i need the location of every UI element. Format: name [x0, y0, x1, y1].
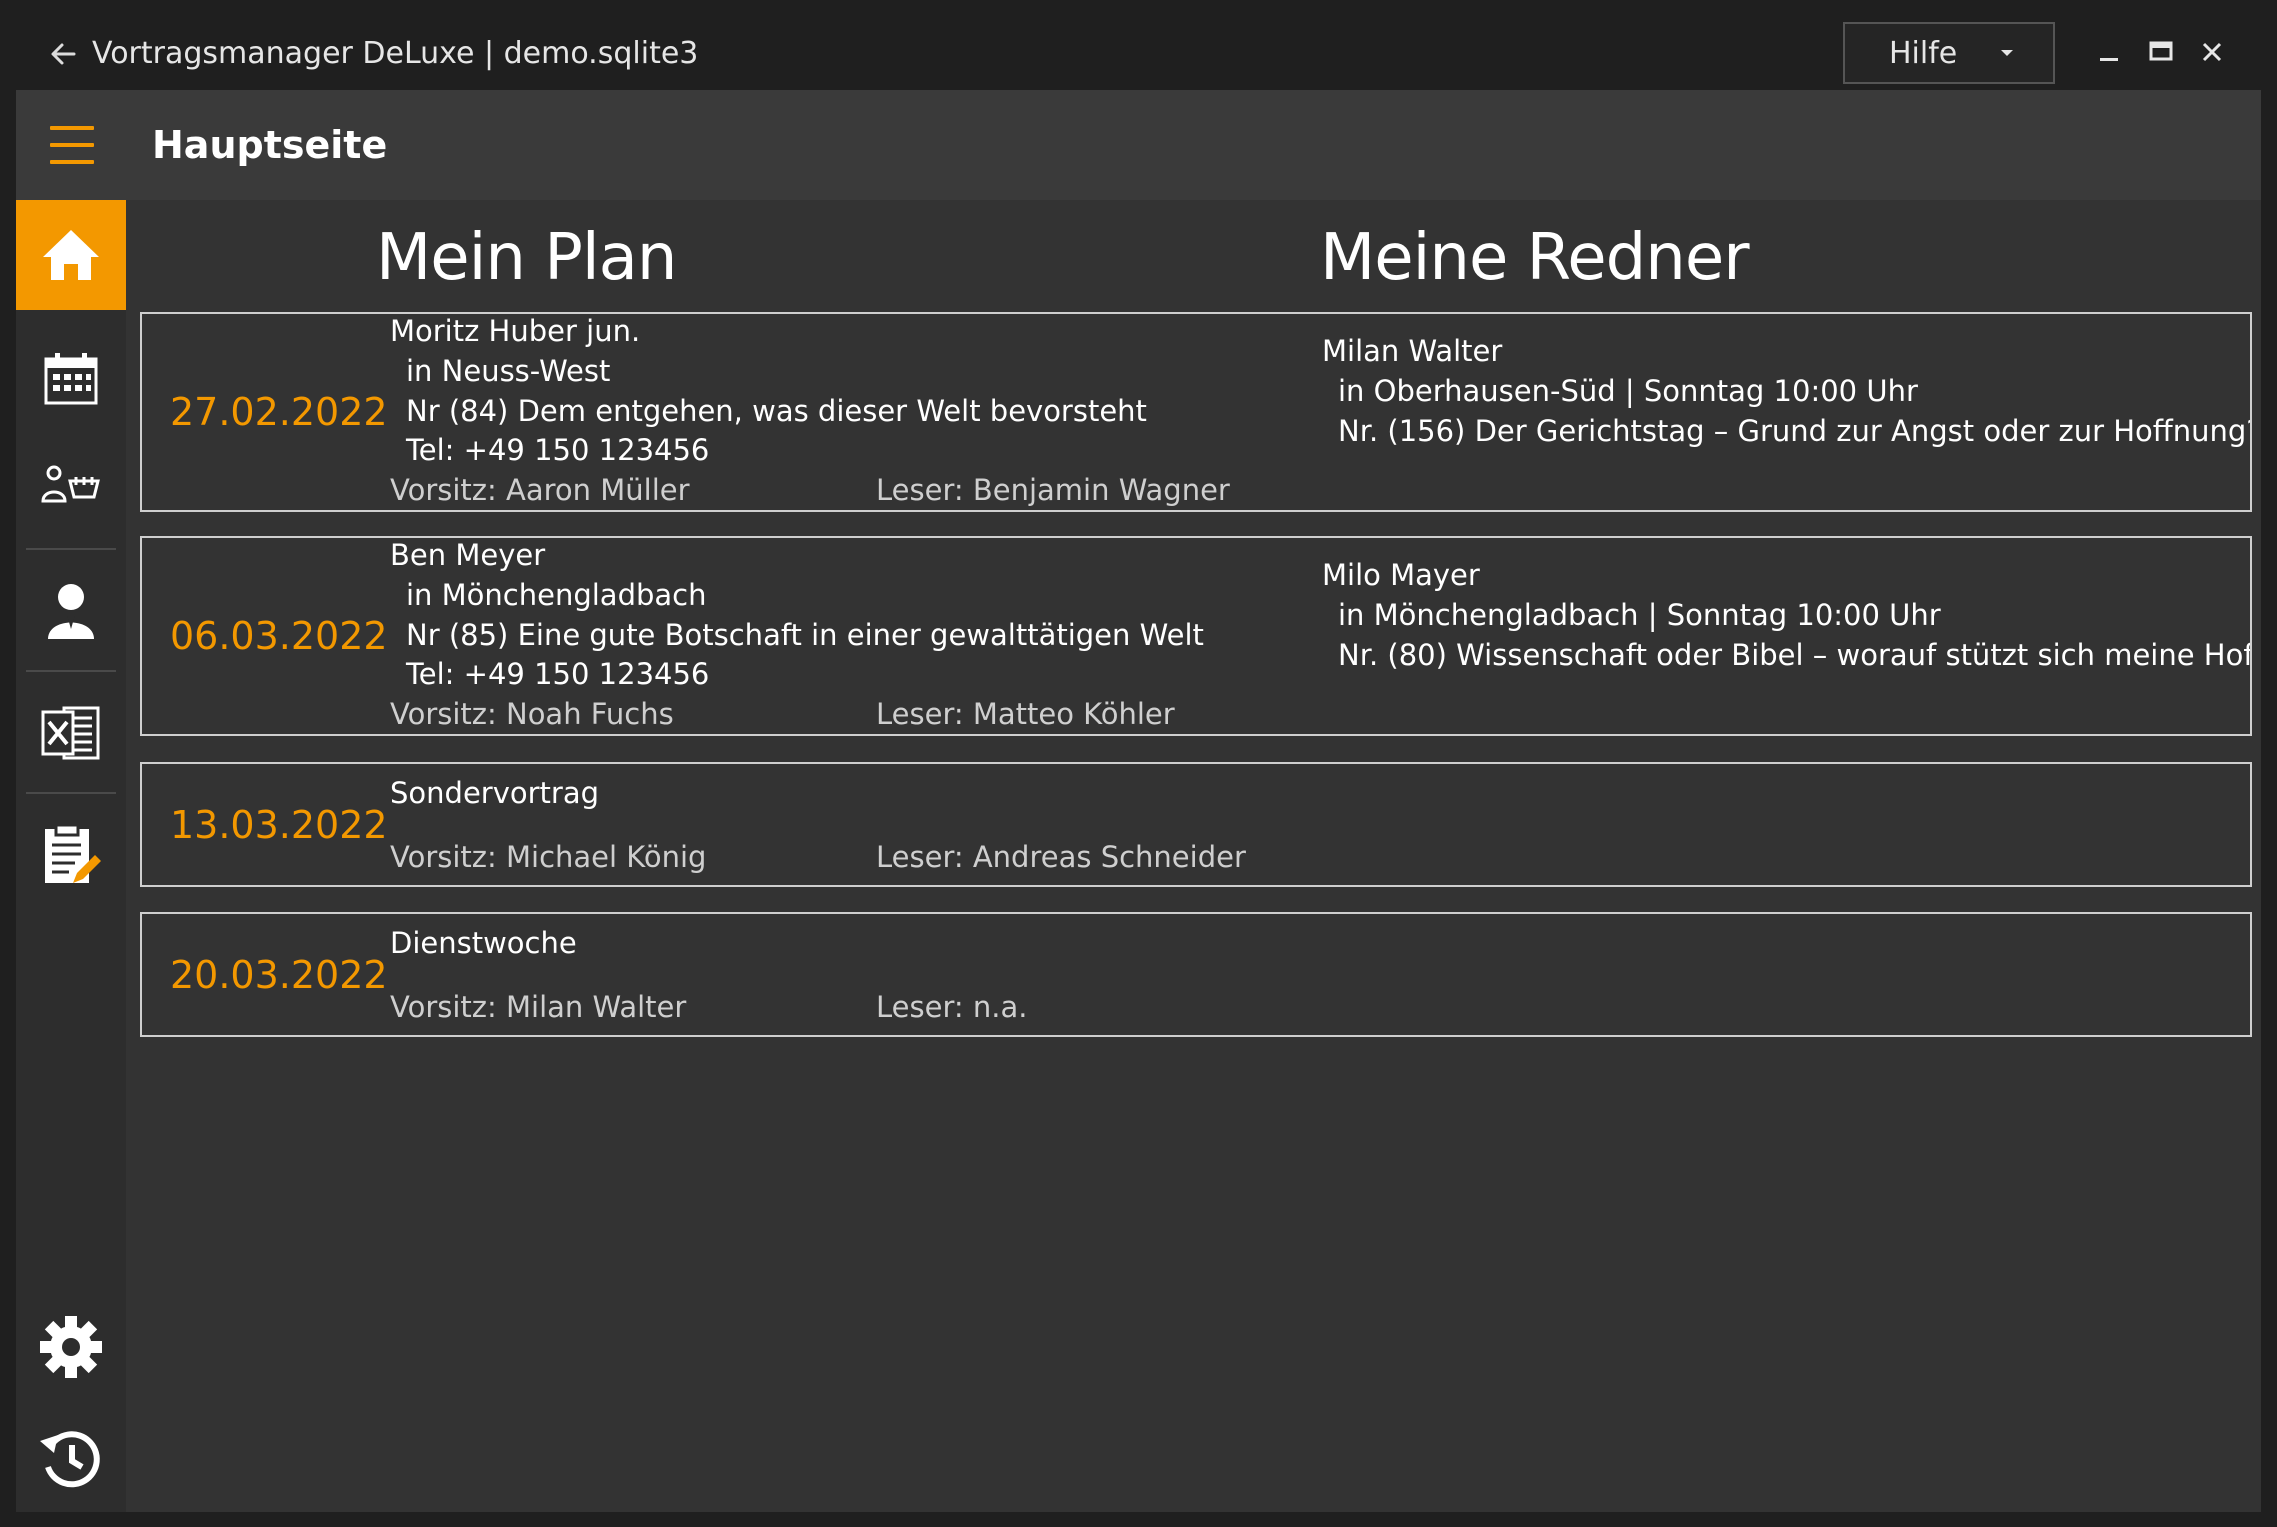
plan-date: 27.02.2022 [170, 390, 388, 434]
excel-export-icon [41, 706, 100, 760]
plan-entry[interactable]: 06.03.2022 Ben Meyer in Mönchengladbach … [140, 536, 2252, 736]
my-speaker-details: Milan Walter in Oberhausen-Süd | Sonntag… [1322, 314, 2250, 510]
my-speaker-details: Milo Mayer in Mönchengladbach | Sonntag … [1322, 538, 2250, 734]
main-content: Mein Plan Meine Redner 27.02.2022 Moritz… [126, 200, 2261, 1512]
plan-talk: Nr (85) Eine gute Botschaft in einer gew… [406, 618, 1204, 652]
clipboard-edit-icon [45, 823, 101, 883]
calendar-icon [44, 353, 98, 405]
nav-home[interactable] [16, 200, 126, 310]
plan-column-heading: Mein Plan [376, 221, 677, 295]
history-icon [40, 1431, 100, 1488]
plan-reader: Leser: Matteo Köhler [876, 697, 1175, 731]
plan-entry[interactable]: 13.03.2022 Sondervortrag Vorsitz: Michae… [140, 762, 2252, 887]
help-dropdown-label: Hilfe [1889, 36, 1958, 71]
page-title: Hauptseite [152, 123, 388, 167]
nav-separator [26, 670, 116, 672]
plan-date: 20.03.2022 [170, 953, 388, 997]
minimize-button[interactable] [2090, 32, 2130, 72]
back-arrow-icon[interactable] [48, 34, 84, 74]
close-button[interactable] [2192, 32, 2232, 72]
nav-speaker-exchange[interactable] [16, 430, 126, 540]
my-speaker-location: in Mönchengladbach | Sonntag 10:00 Uhr [1338, 598, 1941, 632]
plan-speaker-name: Ben Meyer [390, 538, 546, 572]
my-speaker-name: Milan Walter [1322, 334, 1503, 368]
plan-chair: Vorsitz: Milan Walter [390, 990, 687, 1024]
plan-chair: Vorsitz: Aaron Müller [390, 473, 690, 507]
plan-phone: Tel: +49 150 123456 [406, 657, 710, 691]
plan-event-name: Sondervortrag [390, 776, 600, 810]
home-icon [43, 230, 99, 280]
hamburger-menu-icon[interactable] [50, 126, 94, 164]
window-title: Vortragsmanager DeLuxe | demo.sqlite3 [92, 36, 699, 71]
plan-chair: Vorsitz: Michael König [390, 840, 707, 874]
plan-location: in Mönchengladbach [406, 578, 707, 612]
my-speaker-talk: Nr. (156) Der Gerichtstag – Grund zur An… [1338, 414, 2250, 448]
nav-separator [26, 792, 116, 794]
plan-phone: Tel: +49 150 123456 [406, 433, 710, 467]
nav-history[interactable] [16, 1404, 126, 1514]
nav-settings[interactable] [16, 1292, 126, 1402]
maximize-button[interactable] [2140, 32, 2180, 72]
plan-date: 13.03.2022 [170, 803, 388, 847]
plan-speaker-name: Moritz Huber jun. [390, 314, 641, 348]
nav-clipboard-edit[interactable] [16, 800, 126, 910]
nav-calendar[interactable] [16, 324, 126, 434]
plan-entry[interactable]: 27.02.2022 Moritz Huber jun. in Neuss-We… [140, 312, 2252, 512]
plan-event-name: Dienstwoche [390, 926, 577, 960]
my-speaker-talk: Nr. (80) Wissenschaft oder Bibel – worau… [1338, 638, 2250, 672]
sidebar [16, 200, 126, 1512]
plan-date: 06.03.2022 [170, 614, 388, 658]
plan-reader: Leser: n.a. [876, 990, 1028, 1024]
chevron-down-icon [1999, 38, 2015, 73]
user-icon [48, 584, 94, 639]
gear-icon [40, 1316, 102, 1378]
help-dropdown[interactable]: Hilfe [1843, 22, 2055, 84]
plan-reader: Leser: Andreas Schneider [876, 840, 1246, 874]
nav-excel-export[interactable] [16, 678, 126, 788]
plan-location: in Neuss-West [406, 354, 611, 388]
plan-reader: Leser: Benjamin Wagner [876, 473, 1230, 507]
plan-talk: Nr (84) Dem entgehen, was dieser Welt be… [406, 394, 1147, 428]
speakers-column-heading: Meine Redner [1320, 221, 1749, 295]
plan-entry[interactable]: 20.03.2022 Dienstwoche Vorsitz: Milan Wa… [140, 912, 2252, 1037]
nav-user[interactable] [16, 556, 126, 666]
speaker-exchange-icon [41, 465, 100, 503]
plan-chair: Vorsitz: Noah Fuchs [390, 697, 674, 731]
my-speaker-location: in Oberhausen-Süd | Sonntag 10:00 Uhr [1338, 374, 1918, 408]
my-speaker-name: Milo Mayer [1322, 558, 1480, 592]
nav-separator [26, 548, 116, 550]
page-header: Hauptseite [16, 90, 2261, 200]
title-bar: Vortragsmanager DeLuxe | demo.sqlite3 Hi… [0, 0, 2277, 88]
